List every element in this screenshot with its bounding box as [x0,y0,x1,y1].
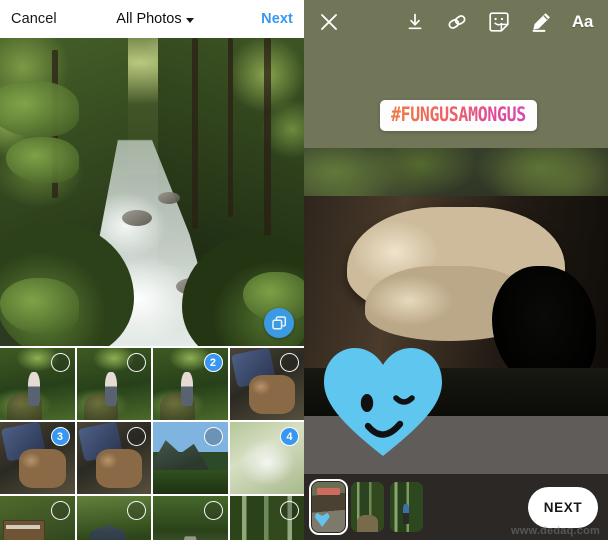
grid-photo-cell[interactable] [153,496,228,540]
gallery-picker-panel: Cancel All Photos Next 2 3 4 [0,0,304,540]
selection-badge[interactable]: 2 [203,353,223,372]
next-pill-label: NEXT [543,499,583,515]
text-tool-label: Aa [571,12,594,31]
download-icon[interactable] [403,11,426,34]
grid-photo-cell[interactable] [76,496,151,540]
selection-badge[interactable] [280,501,299,520]
selection-badge[interactable]: 4 [280,427,299,446]
screenshot-root: Cancel All Photos Next 2 3 4 Aa #FUNGUSA… [0,0,608,540]
selected-photo-preview[interactable] [0,38,304,346]
filmstrip-thumb-art [351,482,384,532]
filmstrip-thumbs [308,478,423,536]
album-selector[interactable]: All Photos [53,11,257,27]
gallery-header: Cancel All Photos Next [0,0,304,38]
forest-river-photo [0,38,304,346]
selection-badge[interactable] [127,427,146,446]
next-button[interactable]: Next [261,11,293,27]
filmstrip-thumb-art [312,482,345,532]
grid-photo-cell[interactable] [0,348,75,420]
hashtag-sticker[interactable]: #FUNGUSAMONGUS [380,100,537,131]
filmstrip-thumb[interactable] [390,482,423,532]
hashtag-sticker-text: #FUNGUSAMONGUS [391,103,526,126]
filmstrip-thumb-art [390,482,423,532]
filmstrip-thumb[interactable] [308,478,349,536]
photo-grid: 2 3 4 [0,348,304,540]
multi-select-stack-icon[interactable] [264,308,294,338]
grid-photo-cell[interactable] [0,496,75,540]
selection-badge[interactable] [203,501,223,520]
grid-photo-cell[interactable] [229,348,304,420]
grid-photo-cell[interactable] [153,422,228,494]
grid-photo-cell[interactable] [76,348,151,420]
selection-badge[interactable]: 3 [50,427,70,446]
winking-heart-sticker[interactable] [318,340,448,460]
link-icon[interactable] [445,11,468,34]
grid-photo-cell[interactable]: 4 [229,422,304,494]
album-title: All Photos [116,11,182,27]
story-tools: Aa [403,11,594,34]
selection-badge[interactable] [127,501,146,520]
grid-photo-cell[interactable] [76,422,151,494]
selection-badge[interactable] [203,427,223,446]
next-pill-button[interactable]: NEXT [528,486,598,528]
story-editor-panel: Aa #FUNGUSAMONGUS NEXT www.dedaq.com [304,0,608,540]
cancel-button[interactable]: Cancel [11,11,57,27]
watermark: www.dedaq.com [511,525,600,537]
grid-photo-cell[interactable]: 2 [153,348,228,420]
sticker-smiley-icon[interactable] [487,11,510,34]
selection-badge[interactable] [50,353,70,372]
selection-badge[interactable] [280,353,299,372]
story-toolbar: Aa [304,0,608,44]
grid-photo-cell[interactable]: 3 [0,422,75,494]
close-icon[interactable] [318,11,340,33]
filmstrip-thumb[interactable] [351,482,384,532]
selection-badge[interactable] [50,501,70,520]
selection-badge[interactable] [127,353,146,372]
grid-photo-cell[interactable] [229,496,304,540]
marker-pen-icon[interactable] [529,11,552,34]
text-tool-icon[interactable]: Aa [571,11,594,34]
chevron-down-icon [185,17,194,23]
